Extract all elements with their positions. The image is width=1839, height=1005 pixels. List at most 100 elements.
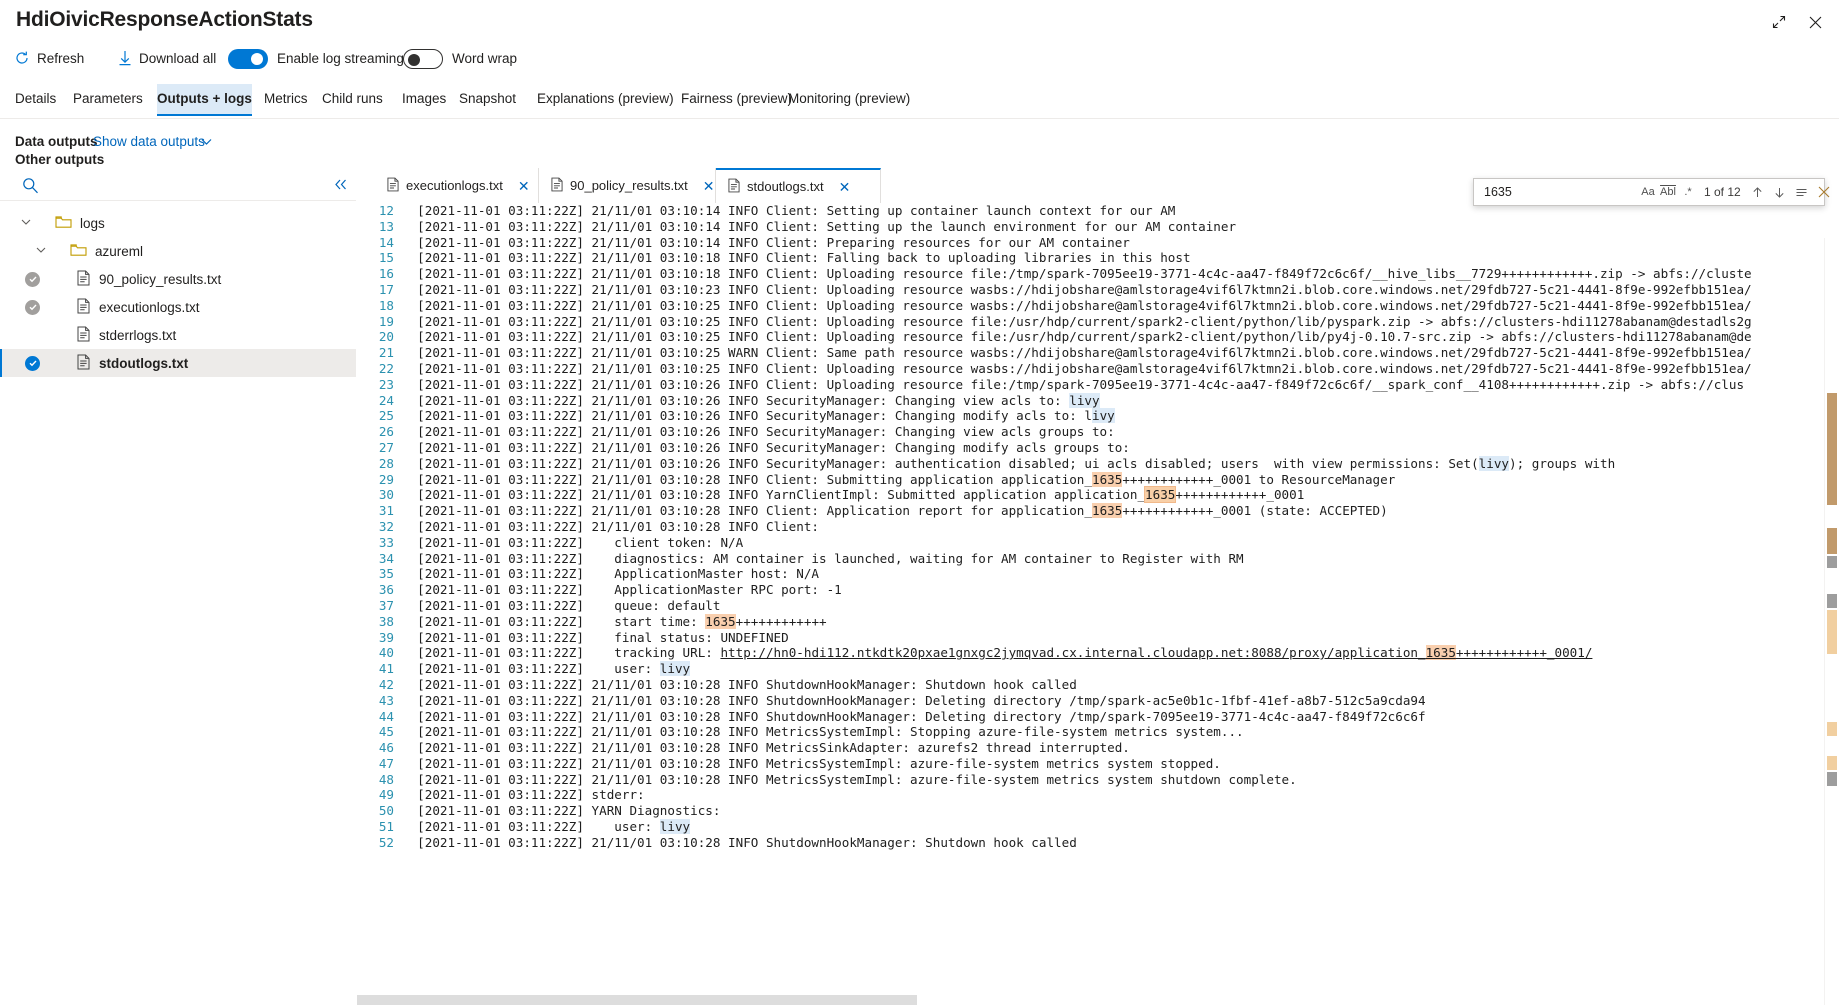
find-in-selection-icon[interactable] bbox=[1791, 181, 1813, 203]
code-line[interactable]: [2021-11-01 03:11:22Z] 21/11/01 03:10:28… bbox=[402, 471, 1839, 488]
tab-outputs-logs[interactable]: Outputs + logs bbox=[157, 84, 252, 116]
regex-icon[interactable]: .* bbox=[1678, 182, 1698, 202]
double-chevron-left-icon[interactable] bbox=[333, 178, 348, 196]
code-line[interactable]: [2021-11-01 03:11:22Z] 21/11/01 03:10:26… bbox=[402, 408, 1839, 424]
code-line[interactable]: [2021-11-01 03:11:22Z] 21/11/01 03:10:26… bbox=[402, 392, 1839, 409]
line-number: 41 bbox=[378, 661, 394, 677]
code-line[interactable]: [2021-11-01 03:11:22Z] final status: UND… bbox=[402, 630, 1839, 646]
code-line[interactable]: [2021-11-01 03:11:22Z] 21/11/01 03:10:25… bbox=[402, 314, 1839, 330]
code-line[interactable]: [2021-11-01 03:11:22Z] start time: 1635+… bbox=[402, 613, 1839, 630]
tab-details[interactable]: Details bbox=[15, 84, 56, 116]
tree-item-logs[interactable]: logs bbox=[0, 209, 356, 237]
code-line[interactable]: [2021-11-01 03:11:22Z] 21/11/01 03:10:28… bbox=[402, 772, 1839, 788]
code-line[interactable]: [2021-11-01 03:11:22Z] ApplicationMaster… bbox=[402, 566, 1839, 582]
refresh-button[interactable]: Refresh bbox=[14, 46, 84, 72]
close-icon[interactable]: ✕ bbox=[831, 180, 851, 194]
tree-item-label: stderrlogs.txt bbox=[99, 327, 177, 343]
tree-item-executionlogs[interactable]: executionlogs.txt bbox=[0, 293, 356, 321]
code-lines[interactable]: [2021-11-01 03:11:22Z] 21/11/01 03:10:14… bbox=[402, 203, 1839, 1005]
tree-item-label: azureml bbox=[95, 243, 144, 259]
overview-ruler[interactable] bbox=[1824, 238, 1839, 1005]
line-number: 49 bbox=[378, 787, 394, 803]
expand-diagonal-icon[interactable] bbox=[1765, 8, 1793, 36]
code-line[interactable]: [2021-11-01 03:11:22Z] ApplicationMaster… bbox=[402, 582, 1839, 598]
close-icon[interactable] bbox=[1801, 8, 1829, 36]
tab-images[interactable]: Images bbox=[402, 84, 446, 116]
code-line[interactable]: [2021-11-01 03:11:22Z] 21/11/01 03:10:26… bbox=[402, 377, 1839, 393]
whole-word-icon[interactable]: Abl bbox=[1658, 182, 1678, 202]
tab-explanations[interactable]: Explanations (preview) bbox=[537, 84, 674, 116]
code-line[interactable]: [2021-11-01 03:11:22Z] 21/11/01 03:10:25… bbox=[402, 345, 1839, 361]
search-input[interactable] bbox=[46, 175, 320, 199]
code-line[interactable]: [2021-11-01 03:11:22Z] 21/11/01 03:10:28… bbox=[402, 835, 1839, 851]
code-line[interactable]: [2021-11-01 03:11:22Z] 21/11/01 03:10:26… bbox=[402, 424, 1839, 440]
arrow-up-icon[interactable] bbox=[1747, 181, 1769, 203]
close-icon[interactable] bbox=[1813, 181, 1835, 203]
arrow-down-icon[interactable] bbox=[1769, 181, 1791, 203]
code-line[interactable]: [2021-11-01 03:11:22Z] 21/11/01 03:10:28… bbox=[402, 486, 1839, 504]
code-line[interactable]: [2021-11-01 03:11:22Z] 21/11/01 03:10:26… bbox=[402, 455, 1839, 472]
download-all-label: Download all bbox=[139, 51, 217, 66]
code-segment-sel: livy bbox=[1478, 455, 1509, 471]
enable-log-streaming-label: Enable log streaming bbox=[277, 51, 404, 66]
chevron-down-icon[interactable] bbox=[19, 215, 35, 231]
code-line[interactable]: [2021-11-01 03:11:22Z] 21/11/01 03:10:23… bbox=[402, 282, 1839, 298]
tree-item-azureml[interactable]: azureml bbox=[0, 237, 356, 265]
close-icon[interactable]: ✕ bbox=[695, 179, 715, 193]
tab-metrics[interactable]: Metrics bbox=[264, 84, 308, 116]
code-line[interactable]: [2021-11-01 03:11:22Z] stderr: bbox=[402, 787, 1839, 803]
find-match-count: 1 of 12 bbox=[1704, 185, 1741, 199]
horizontal-scrollbar-thumb[interactable] bbox=[357, 995, 917, 1005]
show-data-outputs-link[interactable]: Show data outputs bbox=[93, 131, 205, 153]
file-tab-stdoutlogs[interactable]: stdoutlogs.txt ✕ bbox=[716, 168, 881, 203]
code-line[interactable]: [2021-11-01 03:11:22Z] 21/11/01 03:10:25… bbox=[402, 298, 1839, 314]
code-line[interactable]: [2021-11-01 03:11:22Z] 21/11/01 03:10:28… bbox=[402, 740, 1839, 756]
tab-fairness[interactable]: Fairness (preview) bbox=[681, 84, 792, 116]
code-line[interactable]: [2021-11-01 03:11:22Z] 21/11/01 03:10:25… bbox=[402, 329, 1839, 345]
code-line[interactable]: [2021-11-01 03:11:22Z] 21/11/01 03:10:18… bbox=[402, 266, 1839, 282]
code-editor[interactable]: 12 13 14 15 16 17 18 19 20 21 22 23 24 25 26 27 28 29 30 31… bbox=[357, 203, 1839, 1005]
find-input[interactable] bbox=[1478, 180, 1638, 204]
code-line[interactable]: [2021-11-01 03:11:22Z] 21/11/01 03:10:25… bbox=[402, 361, 1839, 377]
code-line[interactable]: [2021-11-01 03:11:22Z] 21/11/01 03:10:28… bbox=[402, 503, 1839, 519]
code-line[interactable]: [2021-11-01 03:11:22Z] 21/11/01 03:10:28… bbox=[402, 724, 1839, 740]
code-line[interactable]: [2021-11-01 03:11:22Z] 21/11/01 03:10:14… bbox=[402, 219, 1839, 235]
code-line[interactable]: [2021-11-01 03:11:22Z] user: livy bbox=[402, 661, 1839, 677]
tree-item-stdoutlogs[interactable]: stdoutlogs.txt bbox=[0, 349, 356, 377]
line-number: 31 bbox=[378, 503, 394, 519]
tab-child-runs[interactable]: Child runs bbox=[322, 84, 383, 116]
chevron-down-icon[interactable] bbox=[200, 135, 213, 153]
code-segment: [2021-11-01 03:11:22Z] 21/11/01 03:10:26… bbox=[402, 392, 1070, 408]
code-segment: [2021-11-01 03:11:22Z] stderr: bbox=[402, 787, 645, 803]
file-tab-90-policy-results[interactable]: 90_policy_results.txt ✕ bbox=[539, 168, 716, 203]
download-all-button[interactable]: Download all bbox=[118, 46, 216, 72]
code-line[interactable]: [2021-11-01 03:11:22Z] user: livy bbox=[402, 819, 1839, 835]
tree-item-90-policy-results[interactable]: 90_policy_results.txt bbox=[0, 265, 356, 293]
close-icon[interactable]: ✕ bbox=[510, 179, 530, 193]
tab-monitoring[interactable]: Monitoring (preview) bbox=[788, 84, 910, 116]
code-line[interactable]: [2021-11-01 03:11:22Z] YARN Diagnostics: bbox=[402, 803, 1839, 819]
search-icon[interactable] bbox=[22, 177, 39, 199]
code-line[interactable]: [2021-11-01 03:11:22Z] 21/11/01 03:10:28… bbox=[402, 756, 1839, 772]
tree-item-stderrlogs[interactable]: stderrlogs.txt bbox=[0, 321, 356, 349]
tab-snapshot[interactable]: Snapshot bbox=[459, 84, 516, 116]
code-line[interactable]: [2021-11-01 03:11:22Z] 21/11/01 03:10:28… bbox=[402, 677, 1839, 693]
horizontal-scrollbar[interactable] bbox=[357, 995, 1825, 1005]
code-line[interactable]: [2021-11-01 03:11:22Z] 21/11/01 03:10:14… bbox=[402, 235, 1839, 251]
code-line[interactable]: [2021-11-01 03:11:22Z] diagnostics: AM c… bbox=[402, 551, 1839, 567]
code-line[interactable]: [2021-11-01 03:11:22Z] 21/11/01 03:10:18… bbox=[402, 250, 1839, 266]
code-line[interactable]: [2021-11-01 03:11:22Z] tracking URL: htt… bbox=[402, 645, 1839, 661]
file-icon bbox=[77, 326, 90, 345]
code-line[interactable]: [2021-11-01 03:11:22Z] 21/11/01 03:10:26… bbox=[402, 440, 1839, 456]
code-line[interactable]: [2021-11-01 03:11:22Z] client token: N/A bbox=[402, 535, 1839, 551]
code-line[interactable]: [2021-11-01 03:11:22Z] 21/11/01 03:10:28… bbox=[402, 519, 1839, 535]
code-line[interactable]: [2021-11-01 03:11:22Z] queue: default bbox=[402, 598, 1839, 614]
enable-log-streaming-toggle[interactable] bbox=[228, 49, 268, 69]
match-case-icon[interactable]: Aa bbox=[1638, 182, 1658, 202]
code-line[interactable]: [2021-11-01 03:11:22Z] 21/11/01 03:10:28… bbox=[402, 693, 1839, 709]
tab-parameters[interactable]: Parameters bbox=[73, 84, 143, 116]
chevron-down-icon[interactable] bbox=[34, 243, 50, 259]
word-wrap-toggle[interactable] bbox=[403, 49, 443, 69]
code-line[interactable]: [2021-11-01 03:11:22Z] 21/11/01 03:10:28… bbox=[402, 709, 1839, 725]
file-tab-executionlogs[interactable]: executionlogs.txt ✕ bbox=[375, 168, 539, 203]
